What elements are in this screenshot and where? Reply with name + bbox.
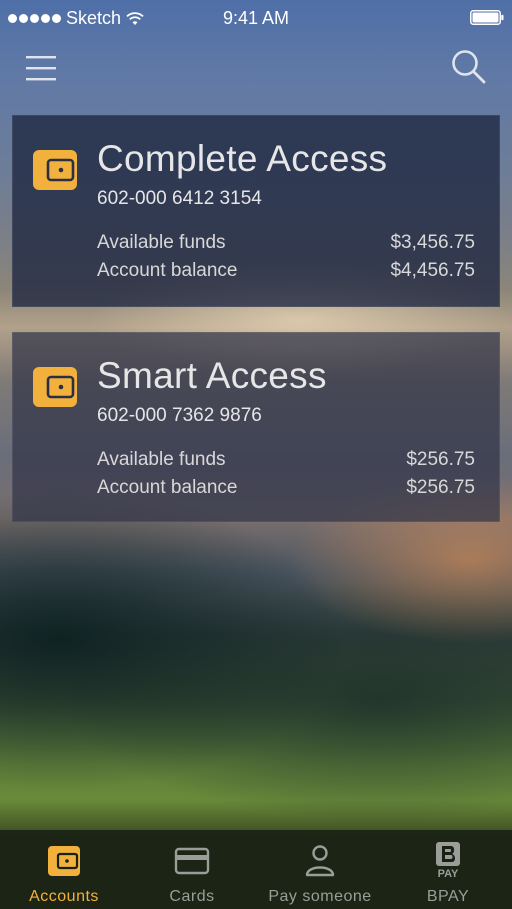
hamburger-menu-icon[interactable] — [24, 50, 60, 86]
tab-label: Cards — [169, 888, 215, 905]
account-balance-row: Account balance $256.75 — [97, 477, 475, 499]
account-name: Complete Access — [97, 138, 388, 179]
wallet-icon — [33, 367, 77, 407]
available-funds-value: $256.75 — [406, 449, 475, 470]
tab-label: Pay someone — [268, 888, 372, 905]
account-name: Smart Access — [97, 355, 327, 396]
bpay-logo-icon: PAY — [436, 842, 460, 878]
available-funds-value: $3,456.75 — [390, 232, 475, 253]
account-card-complete-access[interactable]: Complete Access 602-000 6412 3154 Availa… — [12, 115, 500, 307]
account-balance-label: Account balance — [97, 477, 238, 498]
battery-icon — [470, 10, 504, 25]
tab-label: BPAY — [426, 888, 470, 905]
account-number: 602-000 6412 3154 — [97, 188, 262, 209]
wallet-icon — [48, 846, 80, 876]
account-balance-value: $256.75 — [406, 477, 475, 498]
credit-card-icon — [174, 847, 210, 875]
tab-cards[interactable]: Cards — [128, 830, 256, 909]
tab-bpay[interactable]: PAY BPAY — [384, 830, 512, 909]
account-balance-row: Account balance $4,456.75 — [97, 260, 475, 282]
available-funds-row: Available funds $256.75 — [97, 449, 475, 471]
tab-label: Accounts — [29, 888, 99, 905]
available-funds-label: Available funds — [97, 449, 226, 470]
status-time: 9:41 AM — [222, 8, 290, 28]
available-funds-row: Available funds $3,456.75 — [97, 232, 475, 254]
available-funds-label: Available funds — [97, 232, 226, 253]
account-card-smart-access[interactable]: Smart Access 602-000 7362 9876 Available… — [12, 332, 500, 522]
tab-accounts[interactable]: Accounts — [0, 830, 128, 909]
tab-bar: Accounts Cards Pay someone PAY BPAY — [0, 830, 512, 909]
account-number: 602-000 7362 9876 — [97, 405, 262, 426]
account-balance-label: Account balance — [97, 260, 238, 281]
tab-pay-someone[interactable]: Pay someone — [256, 830, 384, 909]
account-balance-value: $4,456.75 — [390, 260, 475, 281]
person-icon — [305, 845, 335, 877]
wallet-icon — [33, 150, 77, 190]
top-navigation — [0, 36, 512, 106]
status-bar: Sketch 9:41 AM — [0, 0, 512, 36]
svg-text:PAY: PAY — [438, 868, 459, 878]
search-icon[interactable] — [450, 48, 488, 86]
